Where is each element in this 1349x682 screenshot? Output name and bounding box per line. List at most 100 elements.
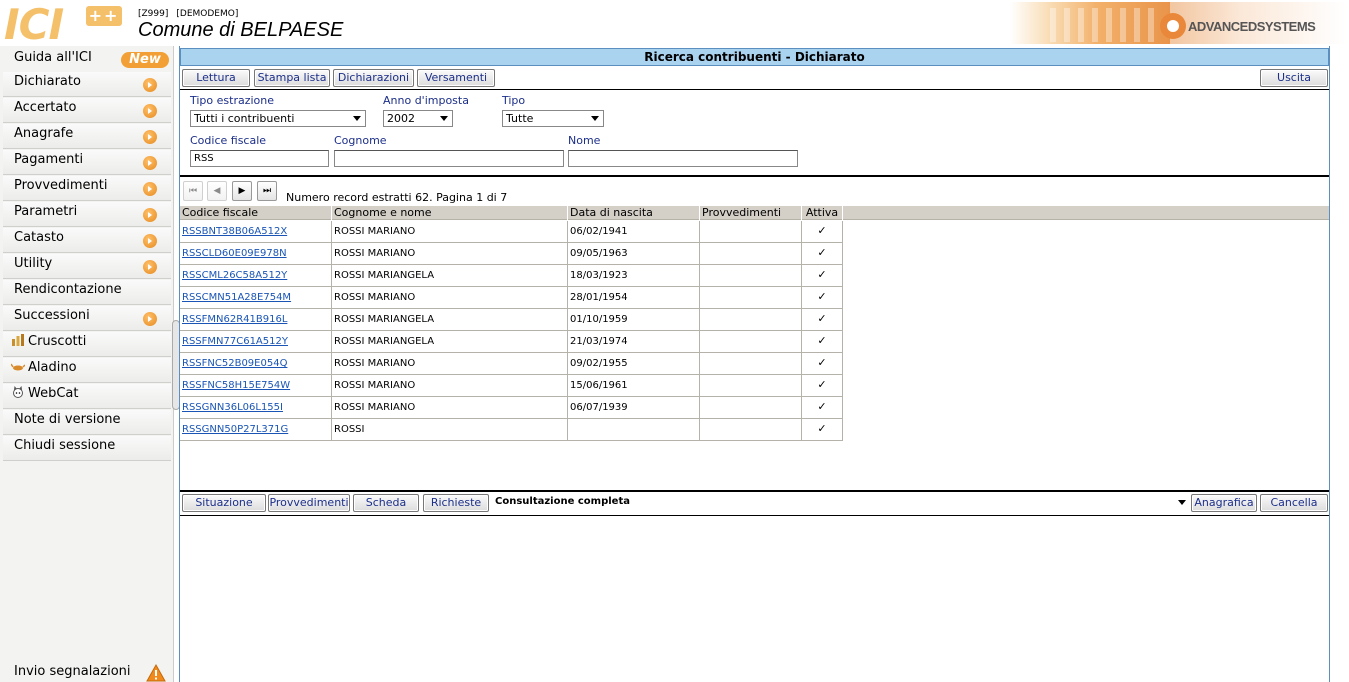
- cell-codice-fiscale[interactable]: RSSGNN36L06L155I: [180, 397, 332, 419]
- warning-icon[interactable]: [146, 664, 166, 682]
- stampa-lista-button[interactable]: Stampa lista: [254, 69, 330, 87]
- chevron-right-icon: [143, 182, 157, 196]
- chevron-right-icon: [143, 78, 157, 92]
- new-badge[interactable]: New: [121, 52, 169, 68]
- lettura-button[interactable]: Lettura: [182, 69, 250, 87]
- anno-imposta-select[interactable]: 2002: [383, 110, 453, 127]
- tipo-label: Tipo: [502, 94, 526, 107]
- sidebar-item-accertato[interactable]: Accertato: [3, 98, 171, 123]
- table-row[interactable]: RSSFNC58H15E754W ROSSI MARIANO 15/06/1961 ✓: [180, 375, 843, 397]
- chart-icon: [12, 334, 24, 346]
- cell-codice-fiscale[interactable]: RSSFNC58H15E754W: [180, 375, 332, 397]
- page-title: Ricerca contribuenti - Dichiarato: [180, 48, 1329, 66]
- column-header-codice-fiscale[interactable]: Codice fiscale: [180, 206, 332, 220]
- chevron-right-icon: [143, 260, 157, 274]
- sidebar-item-note-di-versione[interactable]: Note di versione: [3, 410, 171, 435]
- cell-codice-fiscale[interactable]: RSSFMN62R41B916L: [180, 309, 332, 331]
- cancella-button[interactable]: Cancella: [1260, 494, 1328, 512]
- table-row[interactable]: RSSFNC52B09E054Q ROSSI MARIANO 09/02/1955 ✓: [180, 353, 843, 375]
- sidebar-item-provvedimenti[interactable]: Provvedimenti: [3, 176, 171, 201]
- uscita-button[interactable]: Uscita: [1260, 69, 1328, 87]
- sidebar-item-anagrafe[interactable]: Anagrafe: [3, 124, 171, 149]
- table-row[interactable]: RSSFMN62R41B916L ROSSI MARIANGELA 01/10/19…: [180, 309, 843, 331]
- chevron-right-icon: [143, 156, 157, 170]
- consultazione-select[interactable]: Consultazione completa: [492, 494, 1188, 512]
- cell-codice-fiscale[interactable]: RSSBNT38B06A512X: [180, 221, 332, 243]
- sidebar-item-aladino[interactable]: Aladino: [3, 358, 171, 383]
- versamenti-button[interactable]: Versamenti: [417, 69, 495, 87]
- table-row[interactable]: RSSCML26C58A512Y ROSSI MARIANGELA 18/03/19…: [180, 265, 843, 287]
- chevron-right-icon: [143, 234, 157, 248]
- anagrafica-button[interactable]: Anagrafica: [1191, 494, 1257, 512]
- column-header-data-nascita[interactable]: Data di nascita: [568, 206, 700, 220]
- chevron-right-icon: [143, 130, 157, 144]
- sidebar-item-parametri[interactable]: Parametri: [3, 202, 171, 227]
- cell-cognome-nome: ROSSI MARIANO: [332, 287, 568, 309]
- last-page-button[interactable]: ⏭: [257, 181, 277, 201]
- table-row[interactable]: RSSGNN36L06L155I ROSSI MARIANO 06/07/1939 ✓: [180, 397, 843, 419]
- cell-codice-fiscale[interactable]: RSSGNN50P27L371G: [180, 419, 332, 441]
- first-page-button[interactable]: ⏮: [183, 181, 203, 201]
- sidebar-item-chiudi-sessione[interactable]: Chiudi sessione: [3, 436, 171, 461]
- anno-imposta-value: 2002: [387, 112, 415, 125]
- cell-provvedimenti: [700, 309, 802, 331]
- column-header-provvedimenti[interactable]: Provvedimenti: [700, 206, 802, 220]
- cell-cognome-nome: ROSSI MARIANGELA: [332, 309, 568, 331]
- check-icon: ✓: [802, 419, 843, 441]
- sidebar-item-pagamenti[interactable]: Pagamenti: [3, 150, 171, 175]
- check-icon: ✓: [802, 331, 843, 353]
- cell-data-nascita: 06/02/1941: [568, 221, 700, 243]
- cell-data-nascita: 09/05/1963: [568, 243, 700, 265]
- cell-data-nascita: 01/10/1959: [568, 309, 700, 331]
- cell-codice-fiscale[interactable]: RSSCMN51A28E754M: [180, 287, 332, 309]
- cell-cognome-nome: ROSSI MARIANO: [332, 353, 568, 375]
- sidebar-item-guida[interactable]: Guida all'ICI New: [3, 48, 171, 73]
- cell-data-nascita: 18/03/1923: [568, 265, 700, 287]
- nome-input[interactable]: [568, 150, 798, 167]
- tipo-select[interactable]: Tutte: [502, 110, 604, 127]
- sidebar-item-label: Aladino: [28, 360, 77, 375]
- sidebar-item-label: Pagamenti: [14, 152, 84, 167]
- check-icon: ✓: [802, 243, 843, 265]
- prev-page-button[interactable]: ◀: [207, 181, 227, 201]
- sidebar-item-utility[interactable]: Utility: [3, 254, 171, 279]
- cell-codice-fiscale[interactable]: RSSCLD60E09E978N: [180, 243, 332, 265]
- sidebar-item-dichiarato[interactable]: Dichiarato: [3, 72, 171, 97]
- column-header-cognome-nome[interactable]: Cognome e nome: [332, 206, 568, 220]
- cell-codice-fiscale[interactable]: RSSFMN77C61A512Y: [180, 331, 332, 353]
- sidebar-item-label: Guida all'ICI: [14, 50, 92, 65]
- chevron-right-icon: [143, 104, 157, 118]
- sidebar-item-catasto[interactable]: Catasto: [3, 228, 171, 253]
- next-page-button[interactable]: ▶: [232, 181, 252, 201]
- table-row[interactable]: RSSFMN77C61A512Y ROSSI MARIANGELA 21/03/19…: [180, 331, 843, 353]
- sidebar-item-rendicontazione[interactable]: Rendicontazione: [3, 280, 171, 305]
- sidebar-item-label: Dichiarato: [14, 74, 81, 89]
- column-header-attiva[interactable]: Attiva: [802, 206, 843, 220]
- sidebar-item-label: Note di versione: [14, 412, 121, 427]
- table-row[interactable]: RSSCMN51A28E754M ROSSI MARIANO 28/01/1954 ✓: [180, 287, 843, 309]
- tipo-estrazione-select[interactable]: Tutti i contribuenti: [190, 110, 366, 127]
- sidebar-item-successioni[interactable]: Successioni: [3, 306, 171, 331]
- cell-codice-fiscale[interactable]: RSSFNC52B09E054Q: [180, 353, 332, 375]
- cell-data-nascita: 28/01/1954: [568, 287, 700, 309]
- check-icon: ✓: [802, 265, 843, 287]
- dichiarazioni-button[interactable]: Dichiarazioni: [333, 69, 414, 87]
- situazione-button[interactable]: Situazione: [182, 494, 266, 512]
- cognome-input[interactable]: [334, 150, 564, 167]
- last-page-icon: ⏭: [262, 186, 272, 196]
- table-row[interactable]: RSSGNN50P27L371G ROSSI ✓: [180, 419, 843, 441]
- richieste-button[interactable]: Richieste: [423, 494, 489, 512]
- chevron-down-icon: [1178, 500, 1186, 505]
- sidebar-item-webcat[interactable]: WebCat: [3, 384, 171, 409]
- scheda-button[interactable]: Scheda: [353, 494, 419, 512]
- cell-codice-fiscale[interactable]: RSSCML26C58A512Y: [180, 265, 332, 287]
- cell-provvedimenti: [700, 419, 802, 441]
- cell-data-nascita: [568, 419, 700, 441]
- tipo-estrazione-value: Tutti i contribuenti: [194, 112, 295, 125]
- invio-segnalazioni-link[interactable]: Invio segnalazioni: [14, 664, 131, 680]
- codice-fiscale-input[interactable]: RSS: [190, 150, 329, 167]
- table-row[interactable]: RSSCLD60E09E978N ROSSI MARIANO 09/05/1963 ✓: [180, 243, 843, 265]
- provvedimenti-button[interactable]: Provvedimenti: [268, 494, 350, 512]
- table-row[interactable]: RSSBNT38B06A512X ROSSI MARIANO 06/02/1941 ✓: [180, 221, 843, 243]
- sidebar-item-cruscotti[interactable]: Cruscotti: [3, 332, 171, 357]
